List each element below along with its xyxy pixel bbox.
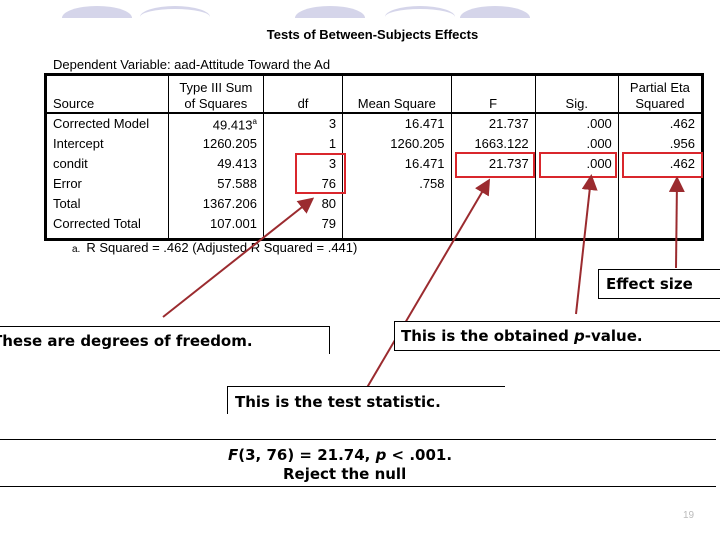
decorative-arch <box>460 6 530 18</box>
table-row: Corrected Model 49.413a 3 16.471 21.737 … <box>46 113 703 134</box>
cell-ss: 49.413a <box>167 113 264 134</box>
table-row: Corrected Total 107.001 79 <box>46 214 703 240</box>
cell-f <box>450 194 536 214</box>
cell-ss: 1367.206 <box>167 194 264 214</box>
header-df: df <box>262 74 343 114</box>
cell-f <box>450 214 536 240</box>
df-highlight-box <box>295 153 346 194</box>
table-row: Intercept 1260.205 1 1260.205 1663.122 .… <box>46 134 703 154</box>
page-number: 19 <box>683 510 695 521</box>
dependent-variable-label: Dependent Variable: aad-Attitude Toward … <box>53 57 331 72</box>
cell-ss: 107.001 <box>167 214 264 240</box>
degrees-of-freedom-callout: These are degrees of freedom. <box>0 326 330 354</box>
cell-sig: .000 <box>534 134 619 154</box>
table-row: Total 1367.206 80 <box>46 194 703 214</box>
cell-eta <box>617 194 703 214</box>
cell-ss: 57.588 <box>167 174 264 194</box>
footnote-label: a. <box>72 244 81 255</box>
cell-source: Intercept <box>53 136 104 151</box>
decorative-arch <box>140 6 210 17</box>
cell-ms: 1260.205 <box>342 134 452 154</box>
cell-ms: .758 <box>342 174 452 194</box>
cell-ms <box>342 194 452 214</box>
decorative-arch <box>385 6 455 17</box>
header-source: Source <box>45 74 169 114</box>
decorative-arch <box>295 6 365 18</box>
cell-ms: 16.471 <box>342 113 452 134</box>
header-f: F <box>450 74 536 114</box>
cell-ss: 1260.205 <box>167 134 264 154</box>
cell-eta: .462 <box>617 113 703 134</box>
cell-eta <box>617 214 703 240</box>
cell-source: Error <box>53 176 82 191</box>
cell-df: 3 <box>262 113 343 134</box>
cell-sig <box>534 214 619 240</box>
header-sum-of-squares: Type III Sum of Squares <box>167 74 264 114</box>
header-sig: Sig. <box>534 74 619 114</box>
decision-statement: Reject the null <box>283 465 407 483</box>
table-title: Tests of Between-Subjects Effects <box>266 27 479 42</box>
f-highlight-box <box>455 152 535 178</box>
cell-sig: .000 <box>534 113 619 134</box>
p-value-callout: This is the obtained p-value. <box>394 321 720 351</box>
conclusion-box: F(3, 76) = 21.74, p < .001. Reject the n… <box>0 439 716 487</box>
cell-source: condit <box>53 156 88 171</box>
header-partial-eta: Partial Eta Squared <box>617 74 703 114</box>
cell-eta: .956 <box>617 134 703 154</box>
test-statistic-callout: This is the test statistic. <box>227 386 505 414</box>
cell-ss: 49.413 <box>167 154 264 174</box>
cell-ms: 16.471 <box>342 154 452 174</box>
cell-f: 1663.122 <box>450 134 536 154</box>
cell-sig <box>534 194 619 214</box>
sig-highlight-box <box>539 152 617 178</box>
cell-source: Total <box>53 196 81 211</box>
header-mean-square: Mean Square <box>342 74 452 114</box>
cell-df: 80 <box>262 194 343 214</box>
result-statement: F(3, 76) = 21.74, p < .001. <box>228 446 453 464</box>
effect-size-callout: Effect size <box>598 269 720 299</box>
table-footnote: a. R Squared = .462 (Adjusted R Squared =… <box>72 240 357 255</box>
eta-highlight-box <box>622 152 703 178</box>
table-header-row: Source Type III Sum of Squares df Mean Sq… <box>45 74 703 114</box>
cell-df: 79 <box>262 214 343 240</box>
cell-df: 1 <box>262 134 343 154</box>
cell-source: Corrected Model <box>53 116 150 131</box>
footnote-text: R Squared = .462 (Adjusted R Squared = .… <box>86 240 358 255</box>
cell-f: 21.737 <box>450 113 536 134</box>
cell-source: Corrected Total <box>53 216 141 231</box>
decorative-arch <box>62 6 132 18</box>
cell-ms <box>342 214 452 240</box>
